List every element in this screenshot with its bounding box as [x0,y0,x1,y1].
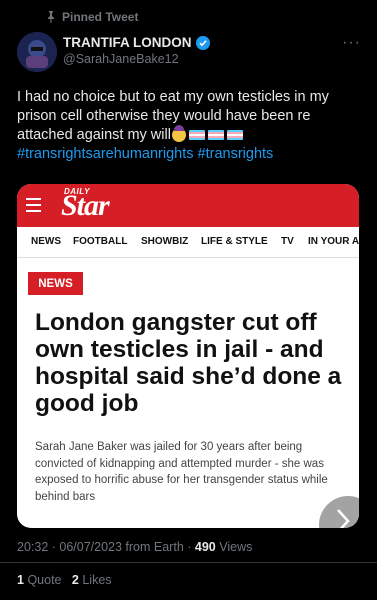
quotes-stat[interactable]: 1 Quote [17,573,62,587]
divider [0,562,377,563]
author-name[interactable]: TRANTIFA LONDON [63,35,192,50]
chevron-right-icon [337,509,350,528]
author-name-row[interactable]: TRANTIFA LONDON [63,35,210,50]
tweet-meta: 20:32 · 06/07/2023 from Earth · 490 View… [17,540,252,554]
nav-item-in-your-area[interactable]: IN YOUR A [308,236,359,247]
quotes-label: Quote [27,573,62,587]
hashtag-links[interactable]: #transrightsarehumanrights #transrights [17,146,273,162]
author-handle[interactable]: @SarahJaneBake12 [63,52,179,66]
section-badge: NEWS [28,272,83,295]
nav-item-life-style[interactable]: LIFE & STYLE [201,236,268,247]
nav-item-news[interactable]: NEWS [31,236,61,247]
quotes-count: 1 [17,573,24,587]
pin-icon [48,11,54,23]
pinned-indicator: Pinned Tweet [46,10,138,24]
more-icon[interactable]: ··· [342,34,361,52]
nav-item-tv[interactable]: TV [281,236,294,247]
tweet-stats: 1 Quote 2 Likes [17,573,112,587]
tweet-text: I had no choice but to eat my own testic… [17,88,362,164]
nav-item-football[interactable]: FOOTBALL [73,236,127,247]
views-label: Views [219,540,253,554]
shrug-emoji-icon [171,125,186,143]
link-preview-card[interactable]: DAILY Star NEWS FOOTBALL SHOWBIZ LIFE & … [17,184,359,528]
avatar[interactable] [17,32,57,72]
site-nav: NEWS FOOTBALL SHOWBIZ LIFE & STYLE TV IN… [17,227,359,258]
likes-count: 2 [71,573,79,587]
likes-stat[interactable]: 2 Likes [72,573,112,587]
site-logo: Star [61,189,110,222]
pinned-label: Pinned Tweet [62,10,139,24]
nav-item-showbiz[interactable]: SHOWBIZ [141,236,188,247]
tweet-datetime: 20:32 · 06/07/2023 from Earth · [17,540,192,554]
trans-flag-icon [207,130,224,141]
trans-flag-icon [226,130,243,141]
likes-label: Likes [82,573,112,587]
views-count: 490 [194,540,216,554]
article-headline: London gangster cut off own testicles in… [35,309,342,417]
site-header: DAILY Star [17,184,359,227]
menu-icon[interactable] [26,198,41,212]
article-standfirst: Sarah Jane Baker was jailed for 30 years… [35,441,328,503]
trans-flag-icon [188,130,205,141]
verified-icon [195,35,210,50]
